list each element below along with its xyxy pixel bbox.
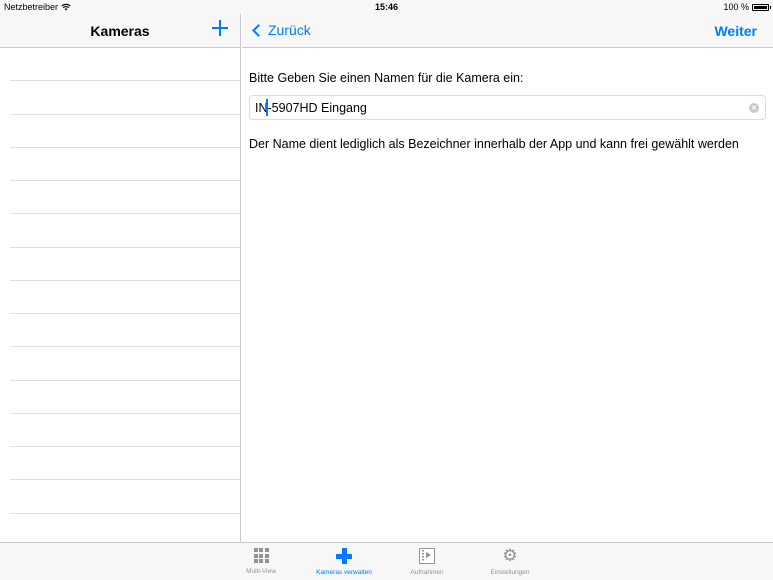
tab-label: Aufnahmen [410,569,444,576]
list-item[interactable] [10,314,240,348]
list-item[interactable] [10,480,240,514]
master-nav-bar: Kameras [0,14,240,48]
gear-icon: ⚙ [502,546,518,566]
camera-name-field[interactable]: IN-5907HD Eingang [249,95,766,120]
detail-panel: Zurück Weiter Bitte Geben Sie einen Name… [242,14,773,542]
camera-name-prompt: Bitte Geben Sie einen Namen für die Kame… [249,71,524,85]
list-item[interactable] [10,381,240,414]
film-icon [419,548,435,564]
battery-icon [752,3,771,11]
list-item[interactable] [10,81,240,115]
list-item[interactable] [10,347,240,381]
status-bar: Netzbetreiber 15:46 100 % [0,0,773,14]
status-time: 15:46 [374,2,399,12]
battery-percent: 100 % [723,2,749,12]
tab-label: Multi-View [246,568,276,575]
chevron-left-icon [252,23,265,37]
list-item[interactable] [10,181,240,215]
tab-label: Einstellungen [490,569,530,576]
tab-kameras-verwalten[interactable]: Kameras verwalten [304,548,384,576]
list-item[interactable] [10,214,240,248]
grid-icon [253,548,269,563]
tab-multi-view[interactable]: Multi-View [221,548,301,575]
list-item[interactable] [10,414,240,447]
clear-icon[interactable] [749,103,759,113]
camera-list [0,48,240,514]
list-item[interactable] [10,281,240,314]
tab-aufnahmen[interactable]: Aufnahmen [387,548,467,576]
list-item[interactable] [10,115,240,148]
text-cursor [266,99,268,116]
status-battery: 100 % [723,2,771,12]
camera-name-value[interactable]: IN-5907HD Eingang [255,101,367,115]
tab-einstellungen[interactable]: ⚙ Einstellungen [470,546,550,577]
detail-nav-bar: Zurück Weiter [242,14,773,48]
camera-list-panel: Kameras [0,14,241,542]
back-button[interactable]: Zurück [252,22,311,38]
list-item[interactable] [10,48,240,82]
list-item[interactable] [10,248,240,281]
tab-bar: Multi-View Kameras verwalten Aufnahmen ⚙… [0,542,773,580]
master-title: Kameras [90,23,150,39]
camera-name-hint: Der Name dient lediglich als Bezeichner … [249,137,739,151]
tab-label: Kameras verwalten [316,569,372,576]
back-label: Zurück [268,22,311,38]
list-item[interactable] [10,447,240,481]
list-item[interactable] [10,148,240,181]
plus-icon [336,548,352,564]
battery-fill [754,5,767,9]
next-button[interactable]: Weiter [714,23,757,39]
add-camera-button[interactable] [211,19,229,37]
